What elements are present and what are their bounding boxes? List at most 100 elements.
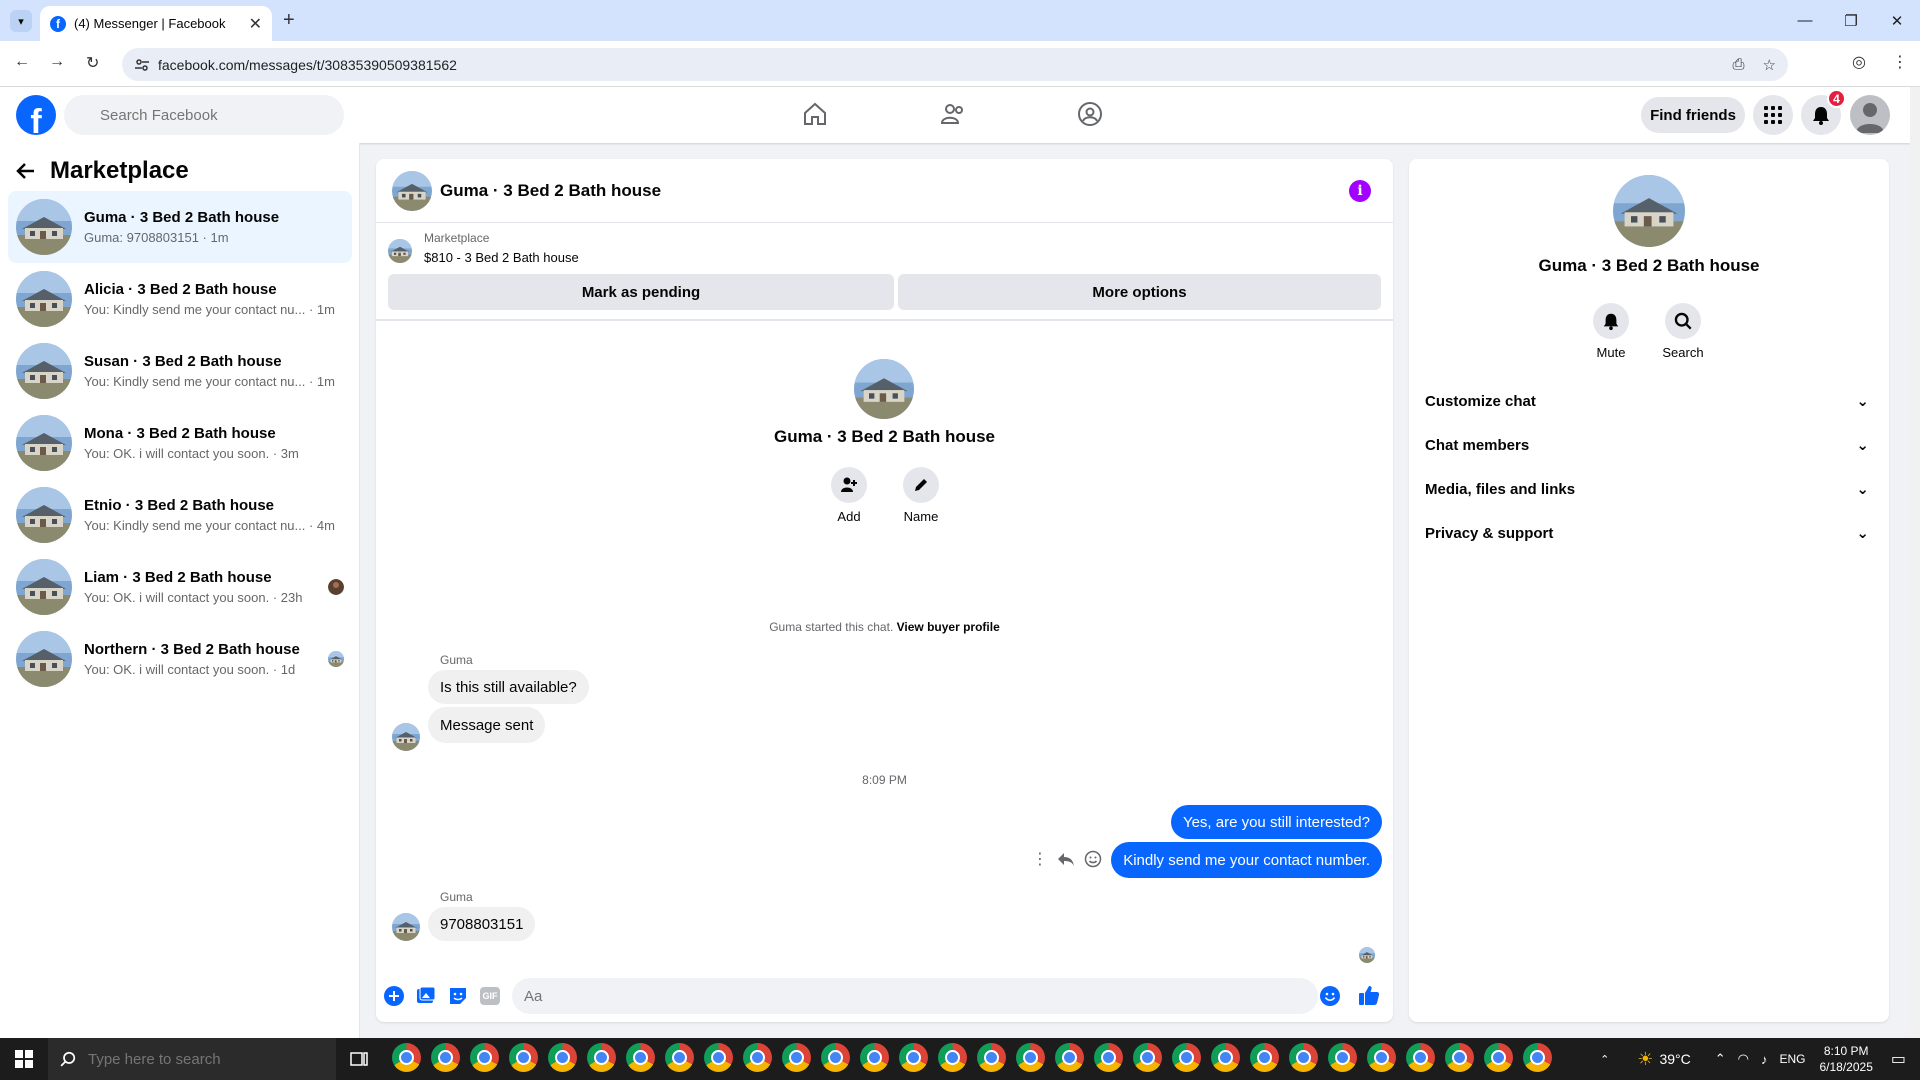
chrome-window-icon[interactable] bbox=[1367, 1043, 1396, 1072]
chrome-window-icon[interactable] bbox=[1328, 1043, 1357, 1072]
close-window-icon[interactable]: ✕ bbox=[1874, 0, 1920, 41]
show-hidden-icons-icon[interactable]: ⌃ bbox=[1715, 1051, 1726, 1067]
chrome-window-icon[interactable] bbox=[977, 1043, 1006, 1072]
notification-center-icon[interactable]: ▭ bbox=[1891, 1049, 1906, 1069]
chrome-window-icon[interactable] bbox=[509, 1043, 538, 1072]
sender-avatar[interactable] bbox=[392, 723, 420, 751]
close-tab-icon[interactable]: ✕ bbox=[249, 14, 262, 34]
chrome-window-icon[interactable] bbox=[1133, 1043, 1162, 1072]
add-button[interactable]: Add bbox=[829, 467, 869, 524]
page-scrollbar[interactable] bbox=[1910, 87, 1920, 1038]
info-icon[interactable]: i bbox=[1349, 180, 1371, 202]
taskbar-scroll-arrows-icon[interactable]: ⌃ bbox=[1600, 1053, 1609, 1066]
new-tab-button[interactable]: + bbox=[283, 9, 295, 32]
network-icon[interactable]: ◠ bbox=[1738, 1051, 1749, 1067]
conversation-item[interactable]: Alicia · 3 Bed 2 Bath house You: Kindly s… bbox=[8, 263, 352, 335]
weather-icon[interactable]: ☀ bbox=[1637, 1049, 1653, 1070]
chrome-window-icon[interactable] bbox=[860, 1043, 889, 1072]
details-avatar[interactable] bbox=[1613, 175, 1685, 247]
chrome-window-icon[interactable] bbox=[626, 1043, 655, 1072]
chrome-window-icon[interactable] bbox=[1094, 1043, 1123, 1072]
site-info-icon[interactable] bbox=[134, 57, 150, 73]
react-emoji-icon[interactable] bbox=[1084, 850, 1102, 868]
chrome-window-icon[interactable] bbox=[1211, 1043, 1240, 1072]
address-bar[interactable]: facebook.com/messages/t/3083539050938156… bbox=[122, 48, 1788, 81]
conversation-item[interactable]: Liam · 3 Bed 2 Bath house You: OK. i will… bbox=[8, 551, 352, 623]
temperature[interactable]: 39°C bbox=[1659, 1051, 1690, 1067]
name-button[interactable]: Name bbox=[896, 467, 946, 524]
clock[interactable]: 8:10 PM 6/18/2025 bbox=[1819, 1043, 1872, 1075]
friends-icon[interactable] bbox=[940, 101, 966, 127]
mute-button[interactable]: Mute bbox=[1581, 303, 1641, 360]
chrome-window-icon[interactable] bbox=[821, 1043, 850, 1072]
chat-title[interactable]: Guma · 3 Bed 2 Bath house bbox=[440, 181, 661, 201]
chrome-window-icon[interactable] bbox=[470, 1043, 499, 1072]
tab-search-button[interactable]: ▾ bbox=[10, 10, 32, 32]
sticker-icon[interactable] bbox=[448, 986, 468, 1006]
bookmark-star-icon[interactable]: ☆ bbox=[1763, 56, 1776, 74]
outgoing-message[interactable]: Kindly send me your contact number. bbox=[1111, 842, 1382, 878]
menu-grid-button[interactable] bbox=[1753, 95, 1793, 135]
account-avatar[interactable] bbox=[1850, 95, 1890, 135]
forward-icon[interactable]: → bbox=[49, 53, 65, 71]
chrome-window-icon[interactable] bbox=[743, 1043, 772, 1072]
back-icon[interactable]: ← bbox=[14, 53, 30, 71]
incoming-message[interactable]: Is this still available? bbox=[428, 670, 589, 704]
gif-icon[interactable]: GIF bbox=[480, 987, 500, 1005]
language-indicator[interactable]: ENG bbox=[1779, 1052, 1805, 1066]
message-input[interactable] bbox=[512, 978, 1318, 1014]
groups-icon[interactable] bbox=[1077, 101, 1103, 127]
chrome-window-icon[interactable] bbox=[1016, 1043, 1045, 1072]
chrome-window-icon[interactable] bbox=[1523, 1043, 1552, 1072]
chrome-window-icon[interactable] bbox=[587, 1043, 616, 1072]
find-friends-button[interactable]: Find friends bbox=[1641, 97, 1745, 133]
chrome-window-icon[interactable] bbox=[782, 1043, 811, 1072]
restore-icon[interactable]: ❐ bbox=[1828, 0, 1874, 41]
plus-circle-icon[interactable] bbox=[384, 986, 404, 1006]
emoji-icon[interactable] bbox=[1320, 986, 1340, 1006]
chrome-window-icon[interactable] bbox=[1250, 1043, 1279, 1072]
conversation-item[interactable]: Etnio · 3 Bed 2 Bath house You: Kindly se… bbox=[8, 479, 352, 551]
conversation-item[interactable]: Northern · 3 Bed 2 Bath house You: OK. i … bbox=[8, 623, 352, 695]
mark-as-pending-button[interactable]: Mark as pending bbox=[388, 274, 894, 310]
facebook-logo[interactable]: f bbox=[16, 95, 56, 135]
chrome-window-icon[interactable] bbox=[1172, 1043, 1201, 1072]
chat-avatar[interactable] bbox=[392, 171, 432, 211]
conversation-item[interactable]: Mona · 3 Bed 2 Bath house You: OK. i will… bbox=[8, 407, 352, 479]
reload-icon[interactable]: ↻ bbox=[86, 53, 99, 73]
chrome-window-icon[interactable] bbox=[1484, 1043, 1513, 1072]
home-icon[interactable] bbox=[802, 101, 828, 127]
back-arrow-icon[interactable] bbox=[16, 161, 36, 181]
sender-avatar[interactable] bbox=[392, 913, 420, 941]
volume-icon[interactable]: ♪ bbox=[1761, 1052, 1768, 1067]
search-in-chat-button[interactable]: Search bbox=[1653, 303, 1713, 360]
view-buyer-profile-link[interactable]: View buyer profile bbox=[897, 620, 1000, 634]
chrome-window-icon[interactable] bbox=[938, 1043, 967, 1072]
browser-menu-icon[interactable]: ⋮ bbox=[1892, 52, 1908, 72]
customize-chat-section[interactable]: Customize chat ⌄ bbox=[1425, 379, 1873, 423]
chrome-window-icon[interactable] bbox=[431, 1043, 460, 1072]
chrome-window-icon[interactable] bbox=[665, 1043, 694, 1072]
outgoing-message[interactable]: Yes, are you still interested? bbox=[1170, 805, 1382, 839]
conversation-item[interactable]: Susan · 3 Bed 2 Bath house You: Kindly se… bbox=[8, 335, 352, 407]
taskbar-search-input[interactable] bbox=[48, 1038, 336, 1080]
incoming-message[interactable]: 9708803151 bbox=[428, 907, 536, 941]
browser-tab[interactable]: f (4) Messenger | Facebook ✕ bbox=[40, 6, 272, 41]
thumbs-up-icon[interactable] bbox=[1358, 984, 1380, 1006]
chrome-window-icon[interactable] bbox=[1406, 1043, 1435, 1072]
start-button[interactable] bbox=[0, 1038, 48, 1080]
chrome-window-icon[interactable] bbox=[548, 1043, 577, 1072]
install-app-icon[interactable]: ⎙ bbox=[1733, 56, 1745, 74]
more-options-button[interactable]: More options bbox=[898, 274, 1381, 310]
chrome-window-icon[interactable] bbox=[899, 1043, 928, 1072]
chrome-window-icon[interactable] bbox=[1289, 1043, 1318, 1072]
more-actions-icon[interactable]: ⋮ bbox=[1032, 849, 1048, 869]
chrome-window-icon[interactable] bbox=[704, 1043, 733, 1072]
profile-icon[interactable]: ◎ bbox=[1852, 52, 1866, 72]
facebook-search-input[interactable] bbox=[64, 95, 344, 135]
conversation-item[interactable]: Guma · 3 Bed 2 Bath house Guma: 970880315… bbox=[8, 191, 352, 263]
chrome-window-icon[interactable] bbox=[392, 1043, 421, 1072]
media-files-links-section[interactable]: Media, files and links ⌄ bbox=[1425, 467, 1873, 511]
privacy-support-section[interactable]: Privacy & support ⌄ bbox=[1425, 511, 1873, 555]
minimize-icon[interactable]: — bbox=[1782, 0, 1828, 41]
